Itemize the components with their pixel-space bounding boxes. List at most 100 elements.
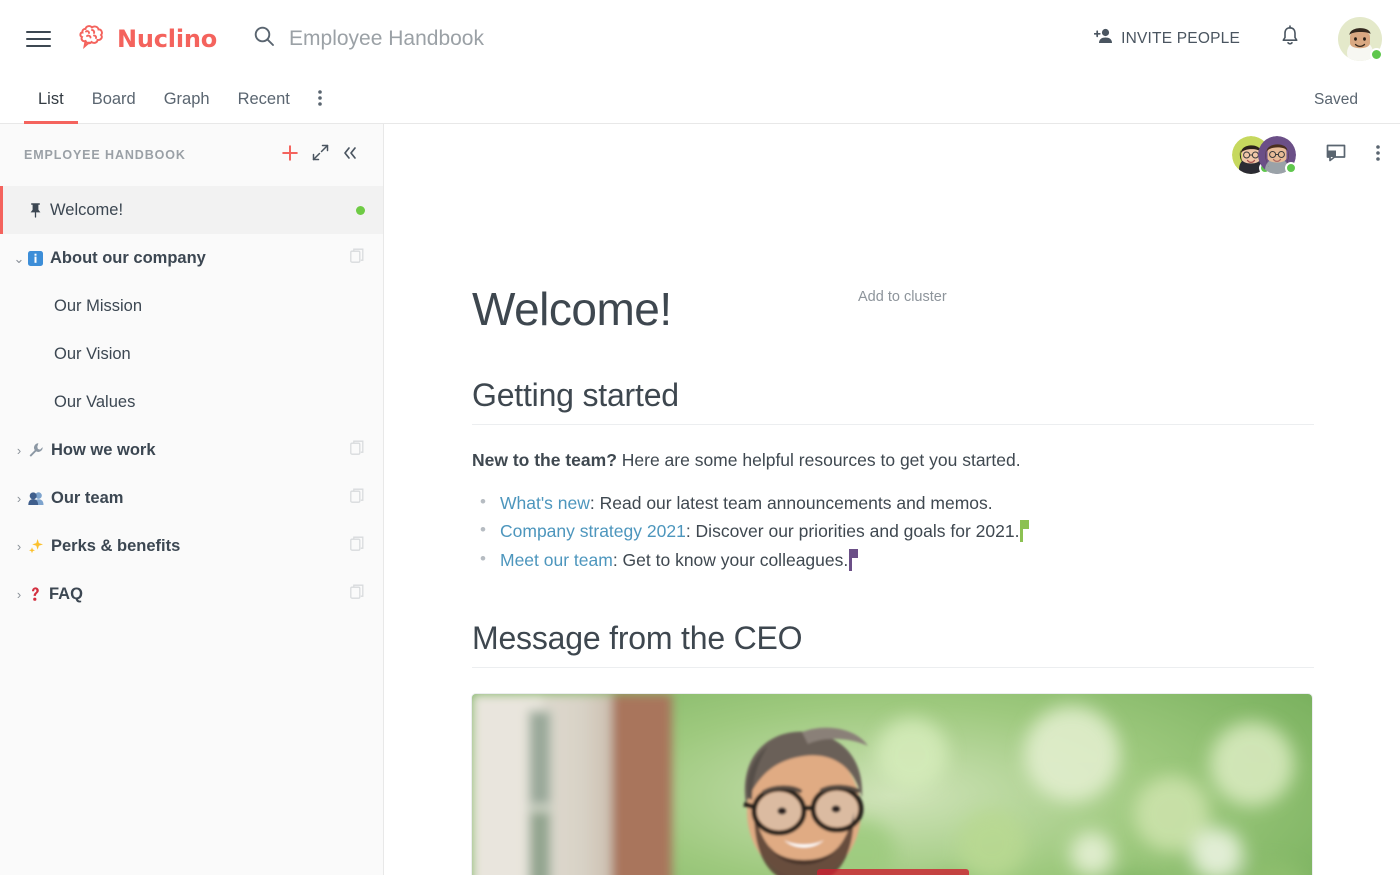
document-body: Welcome! Getting started New to the team… [384, 124, 1400, 875]
list-item: Meet our team: Get to know your colleagu… [472, 545, 1314, 574]
bell-icon [1280, 25, 1300, 52]
more-vertical-icon [318, 89, 322, 112]
sidebar-item-our-team[interactable]: › Our team [0, 474, 383, 522]
online-status-dot [1370, 47, 1383, 61]
search-input[interactable]: Employee Handbook [253, 25, 1094, 52]
chevron-down-icon[interactable]: ⌄ [10, 252, 28, 265]
intro-paragraph: New to the team? Here are some helpful r… [472, 447, 1314, 473]
sidebar-expand-button[interactable] [305, 140, 335, 170]
view-tab-bar: List Board Graph Recent Saved [0, 77, 1400, 124]
chevron-right-icon[interactable]: › [10, 444, 28, 457]
sidebar-item-label: About our company [50, 248, 206, 267]
list-item-text: : Get to know your colleagues. [612, 549, 849, 570]
sidebar-item-label: Welcome! [50, 200, 124, 219]
sidebar-add-button[interactable] [275, 140, 305, 170]
sidebar-item-faq[interactable]: › FAQ [0, 570, 383, 618]
tab-board[interactable]: Board [78, 77, 150, 124]
question-mark-icon [28, 586, 42, 602]
sidebar-workspace-title: EMPLOYEE HANDBOOK [24, 148, 186, 162]
sidebar-item-label: Our Vision [54, 344, 131, 363]
more-vertical-icon [1376, 144, 1380, 167]
tab-bar-spacer [336, 77, 1314, 123]
duplicate-icon[interactable] [350, 536, 365, 556]
duplicate-icon[interactable] [350, 488, 365, 508]
sidebar-item-perks-and-benefits[interactable]: › Perks & benefits [0, 522, 383, 570]
comments-button[interactable] [1326, 144, 1346, 167]
collaborator-avatar-2[interactable] [1258, 136, 1297, 174]
resource-list: What's new: Read our latest team announc… [472, 488, 1314, 574]
heading-message-from-the-ceo: Message from the CEO [472, 620, 1314, 668]
play-button-icon[interactable] [817, 868, 969, 875]
sidebar-item-label: Our Mission [54, 296, 143, 315]
link-meet-our-team[interactable]: Meet our team [500, 550, 613, 570]
tab-list[interactable]: List [24, 77, 78, 124]
invite-people-label: INVITE PEOPLE [1121, 29, 1240, 47]
save-status: Saved [1314, 91, 1358, 108]
pin-icon [28, 202, 43, 218]
user-avatar[interactable] [1338, 16, 1383, 61]
tab-recent[interactable]: Recent [224, 77, 304, 124]
info-icon [28, 250, 43, 266]
plus-icon [281, 144, 299, 167]
document-more-options-button[interactable] [1376, 144, 1380, 167]
sidebar-collapse-button[interactable] [335, 140, 365, 170]
duplicate-icon[interactable] [350, 440, 365, 460]
search-icon [253, 25, 275, 52]
sidebar-item-about-our-company[interactable]: ⌄ About our company [0, 234, 383, 282]
collaborator-cursor-green [1020, 520, 1030, 543]
top-bar: Nuclino Employee Handbook INVITE PEOPLE [0, 0, 1400, 77]
hamburger-menu-icon[interactable] [26, 26, 52, 52]
tab-more-options-button[interactable] [304, 77, 336, 123]
online-status-dot [1285, 162, 1297, 174]
tab-label: Recent [237, 89, 290, 108]
intro-rest-text: Here are some helpful resources to get y… [616, 449, 1021, 470]
duplicate-icon[interactable] [350, 248, 365, 268]
brand-name: Nuclino [117, 24, 218, 53]
duplicate-icon[interactable] [350, 584, 365, 604]
nuclino-logo[interactable]: Nuclino [78, 23, 217, 54]
list-item: What's new: Read our latest team announc… [472, 488, 1314, 517]
tab-label: Board [91, 89, 136, 108]
sidebar-item-welcome[interactable]: Welcome! [0, 186, 383, 234]
list-item-text: : Read our latest team announcements and… [589, 492, 993, 513]
sidebar: EMPLOYEE HANDBOOK Welcome! ⌄ About our c… [0, 124, 384, 875]
list-item-text: : Discover our priorities and goals for … [685, 521, 1020, 542]
notifications-button[interactable] [1280, 25, 1300, 52]
add-to-cluster-button[interactable]: Add to cluster [858, 289, 947, 305]
unread-dot [356, 205, 365, 215]
sidebar-header: EMPLOYEE HANDBOOK [0, 124, 383, 186]
add-person-icon [1093, 27, 1114, 50]
expand-icon [312, 144, 329, 166]
sidebar-item-label: How we work [51, 440, 156, 459]
sidebar-item-label: Perks & benefits [51, 536, 181, 555]
chevron-right-icon[interactable]: › [10, 588, 28, 601]
sparkles-icon [28, 538, 44, 554]
chevron-right-icon[interactable]: › [10, 492, 28, 505]
comment-icon [1326, 144, 1346, 167]
double-chevron-left-icon [341, 145, 359, 166]
list-item: Company strategy 2021: Discover our prio… [472, 516, 1314, 545]
document-toolbar [1232, 124, 1400, 186]
sidebar-item-our-vision[interactable]: Our Vision [0, 330, 383, 378]
tab-graph[interactable]: Graph [150, 77, 224, 124]
intro-bold-text: New to the team? [472, 449, 617, 470]
busts-icon [28, 491, 44, 506]
tab-label: Graph [163, 89, 210, 108]
sidebar-item-label: FAQ [49, 584, 83, 603]
collaborator-avatars [1232, 136, 1297, 174]
heading-getting-started: Getting started [472, 377, 1314, 425]
document-pane: Add to cluster Welcome! Getting started … [384, 124, 1400, 875]
sidebar-item-how-we-work[interactable]: › How we work [0, 426, 383, 474]
link-whats-new[interactable]: What's new [500, 493, 590, 513]
sidebar-item-our-values[interactable]: Our Values [0, 378, 383, 426]
tab-label: List [38, 89, 64, 108]
link-company-strategy-2021[interactable]: Company strategy 2021 [500, 521, 686, 541]
collaborator-cursor-purple [849, 548, 859, 571]
brain-icon [78, 23, 110, 54]
chevron-right-icon[interactable]: › [10, 540, 28, 553]
video-embed[interactable] [472, 693, 1312, 875]
sidebar-item-our-mission[interactable]: Our Mission [0, 282, 383, 330]
sidebar-item-label: Our team [51, 488, 124, 507]
invite-people-button[interactable]: INVITE PEOPLE [1093, 27, 1240, 50]
wrench-icon [28, 442, 44, 458]
